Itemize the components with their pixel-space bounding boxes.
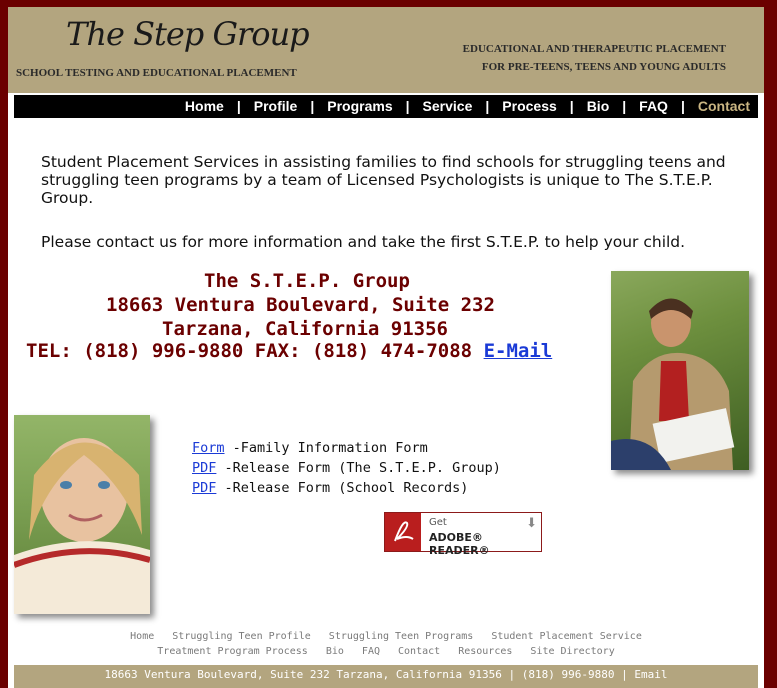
intro-paragraph-2: Please contact us for more information a… bbox=[41, 233, 686, 251]
footer-links-row-1: Home Struggling Teen Profile Struggling … bbox=[14, 629, 758, 644]
header-tagline-line2: FOR PRE-TEENS, TEENS AND YOUNG ADULTS bbox=[481, 61, 726, 73]
adobe-swirl-icon bbox=[394, 521, 414, 542]
footer-link-faq[interactable]: FAQ bbox=[362, 646, 380, 657]
form-row-release-school: PDF -Release Form (School Records) bbox=[192, 480, 468, 496]
adobe-get-label: Get bbox=[429, 517, 447, 528]
footer-link-site-directory[interactable]: Site Directory bbox=[530, 646, 614, 657]
site-logo[interactable]: The Step Group bbox=[66, 15, 310, 53]
footer-link-resources[interactable]: Resources bbox=[458, 646, 512, 657]
main-content: Student Placement Services in assisting … bbox=[14, 120, 758, 665]
footer-link-teen-profile[interactable]: Struggling Teen Profile bbox=[172, 631, 310, 642]
nav-separator: | bbox=[405, 98, 410, 114]
email-link[interactable]: E-Mail bbox=[484, 340, 553, 362]
download-arrow-icon: ⬇ bbox=[526, 516, 537, 531]
girl-reading-illustration bbox=[14, 438, 150, 614]
nav-separator: | bbox=[236, 98, 241, 114]
footer-link-contact[interactable]: Contact bbox=[398, 646, 440, 657]
form-description: -Family Information Form bbox=[224, 440, 428, 456]
form-description: -Release Form (School Records) bbox=[216, 480, 469, 496]
page-frame: The Step Group SCHOOL TESTING AND EDUCAT… bbox=[8, 7, 764, 688]
phone-fax-text: TEL: (818) 996-9880 FAX: (818) 474-7088 bbox=[26, 340, 473, 362]
footer-links-row-2: Treatment Program Process Bio FAQ Contac… bbox=[14, 644, 758, 659]
footer-link-treatment-process[interactable]: Treatment Program Process bbox=[157, 646, 308, 657]
release-form-step-pdf-link[interactable]: PDF bbox=[192, 460, 216, 476]
adobe-reader-label: ADOBE® READER® bbox=[429, 531, 490, 557]
girl-reading-photo bbox=[14, 415, 150, 614]
nav-profile[interactable]: Profile bbox=[254, 98, 298, 114]
form-row-release-step: PDF -Release Form (The S.T.E.P. Group) bbox=[192, 460, 501, 476]
intro-paragraph-1: Student Placement Services in assisting … bbox=[41, 153, 726, 207]
nav-separator: | bbox=[485, 98, 490, 114]
student-reading-illustration bbox=[611, 298, 735, 470]
adobe-logo-icon bbox=[385, 513, 421, 551]
main-nav: Home | Profile | Programs | Service | Pr… bbox=[14, 95, 758, 118]
header-subtitle: SCHOOL TESTING AND EDUCATIONAL PLACEMENT bbox=[16, 67, 297, 79]
release-form-school-pdf-link[interactable]: PDF bbox=[192, 480, 216, 496]
student-reading-photo bbox=[611, 271, 749, 470]
nav-separator: | bbox=[622, 98, 627, 114]
footer-link-bio[interactable]: Bio bbox=[326, 646, 344, 657]
nav-separator: | bbox=[680, 98, 685, 114]
nav-list: Home | Profile | Programs | Service | Pr… bbox=[185, 98, 750, 114]
header: The Step Group SCHOOL TESTING AND EDUCAT… bbox=[8, 7, 764, 93]
nav-programs[interactable]: Programs bbox=[327, 98, 392, 114]
address-company: The S.T.E.P. Group bbox=[204, 270, 410, 292]
address-phone-fax: TEL: (818) 996-9880 FAX: (818) 474-7088 … bbox=[26, 340, 552, 362]
form-row-family-info: Form -Family Information Form bbox=[192, 440, 428, 456]
address-city: Tarzana, California 91356 bbox=[162, 318, 448, 340]
footer-link-teen-programs[interactable]: Struggling Teen Programs bbox=[329, 631, 474, 642]
nav-separator: | bbox=[310, 98, 315, 114]
nav-process[interactable]: Process bbox=[502, 98, 556, 114]
nav-service[interactable]: Service bbox=[423, 98, 473, 114]
nav-contact[interactable]: Contact bbox=[698, 98, 750, 114]
footer-address-bar: 18663 Ventura Boulevard, Suite 232 Tarza… bbox=[14, 665, 758, 688]
nav-separator: | bbox=[569, 98, 574, 114]
nav-faq[interactable]: FAQ bbox=[639, 98, 668, 114]
header-tagline-line1: EDUCATIONAL AND THERAPEUTIC PLACEMENT bbox=[462, 43, 726, 55]
nav-bio[interactable]: Bio bbox=[587, 98, 610, 114]
form-description: -Release Form (The S.T.E.P. Group) bbox=[216, 460, 501, 476]
footer-link-placement-service[interactable]: Student Placement Service bbox=[491, 631, 642, 642]
nav-home[interactable]: Home bbox=[185, 98, 224, 114]
footer-link-home[interactable]: Home bbox=[130, 631, 154, 642]
get-adobe-reader-button[interactable]: Get ADOBE® READER® ⬇ bbox=[384, 512, 542, 557]
family-info-form-link[interactable]: Form bbox=[192, 440, 225, 456]
address-street: 18663 Ventura Boulevard, Suite 232 bbox=[106, 294, 495, 316]
footer-links: Home Struggling Teen Profile Struggling … bbox=[14, 629, 758, 659]
